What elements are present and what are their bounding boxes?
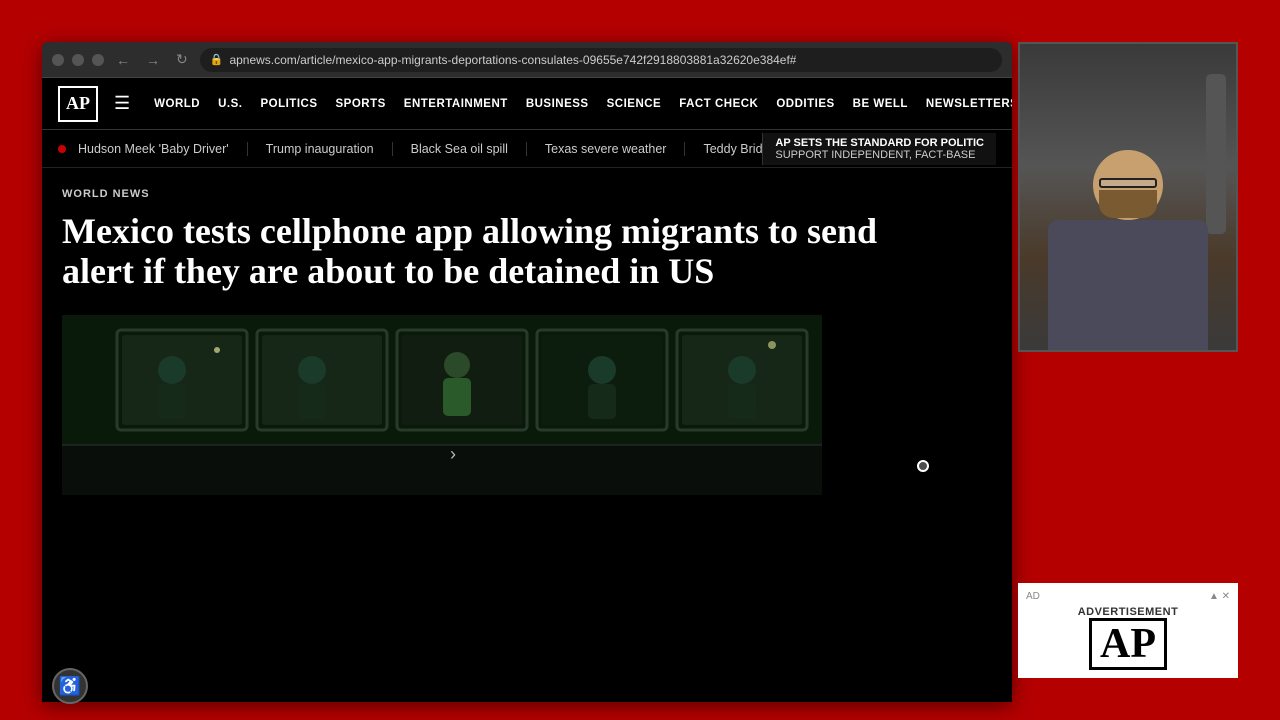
- ad-ap-logo: AP: [1089, 618, 1167, 670]
- url-text: apnews.com/article/mexico-app-migrants-d…: [229, 53, 796, 67]
- ap-logo[interactable]: AP: [58, 86, 98, 122]
- ticker-item-3[interactable]: Texas severe weather: [527, 142, 686, 156]
- nav-us[interactable]: U.S.: [210, 98, 250, 110]
- browser-btn-close: [52, 54, 64, 66]
- ap-news-site: AP ☰ WORLD U.S. POLITICS SPORTS ENTERTAI…: [42, 78, 1012, 702]
- ticker-dot: [58, 145, 66, 153]
- accessibility-button[interactable]: ♿: [52, 668, 88, 704]
- ticker-item-2[interactable]: Black Sea oil spill: [393, 142, 527, 156]
- ad-label: AD: [1026, 591, 1040, 602]
- ap-main-content: WORLD NEWS Mexico tests cellphone app al…: [42, 168, 1012, 702]
- ad-header: AD ▲ ✕: [1026, 591, 1230, 602]
- beard: [1099, 190, 1157, 218]
- glasses: [1099, 178, 1157, 188]
- ad-section: AD ▲ ✕ ADVERTISEMENT AP: [1018, 583, 1238, 678]
- nav-sports[interactable]: SPORTS: [327, 98, 393, 110]
- svg-text:›: ›: [450, 444, 456, 464]
- hamburger-menu[interactable]: ☰: [114, 93, 130, 114]
- address-bar[interactable]: 🔒 apnews.com/article/mexico-app-migrants…: [200, 48, 1002, 72]
- person-figure: [1020, 150, 1236, 350]
- nav-newsletters[interactable]: NEWSLETTERS: [918, 98, 1012, 110]
- nav-science[interactable]: SCIENCE: [599, 98, 670, 110]
- ticker-item-4[interactable]: Teddy Bridgewater: [685, 142, 762, 156]
- nav-politics[interactable]: POLITICS: [252, 98, 325, 110]
- nav-business[interactable]: BUSINESS: [518, 98, 597, 110]
- section-label: WORLD NEWS: [62, 188, 992, 200]
- article-headline: Mexico tests cellphone app allowing migr…: [62, 212, 882, 291]
- lock-icon: 🔒: [210, 53, 224, 66]
- back-button[interactable]: ←: [112, 50, 134, 70]
- ticker-items: Hudson Meek 'Baby Driver' Trump inaugura…: [78, 142, 762, 156]
- ap-header: AP ☰ WORLD U.S. POLITICS SPORTS ENTERTAI…: [42, 78, 1012, 130]
- nav-world[interactable]: WORLD: [146, 98, 208, 110]
- accessibility-icon: ♿: [59, 676, 81, 697]
- main-nav: WORLD U.S. POLITICS SPORTS ENTERTAINMENT…: [146, 98, 1012, 110]
- ticker-item-1[interactable]: Trump inauguration: [248, 142, 393, 156]
- webcam-overlay: [1018, 42, 1238, 352]
- nav-oddities[interactable]: ODDITIES: [768, 98, 842, 110]
- article-image-inner: ›: [62, 315, 822, 495]
- nav-factcheck[interactable]: FACT CHECK: [671, 98, 766, 110]
- browser-window: ← → ↻ 🔒 apnews.com/article/mexico-app-mi…: [42, 42, 1012, 702]
- advertisement-text: ADVERTISEMENT: [1078, 606, 1179, 618]
- ticker-promo: AP SETS THE STANDARD FOR POLITIC SUPPORT…: [762, 133, 996, 165]
- forward-button[interactable]: →: [142, 50, 164, 70]
- browser-chrome: ← → ↻ 🔒 apnews.com/article/mexico-app-mi…: [42, 42, 1012, 78]
- ticker-item-0[interactable]: Hudson Meek 'Baby Driver': [78, 142, 248, 156]
- person-head: [1093, 150, 1163, 220]
- page-wrapper: ← → ↻ 🔒 apnews.com/article/mexico-app-mi…: [0, 0, 1280, 720]
- browser-btn-min: [72, 54, 84, 66]
- nav-bewell[interactable]: BE WELL: [845, 98, 916, 110]
- refresh-button[interactable]: ↻: [172, 49, 192, 70]
- ad-close-button[interactable]: ▲ ✕: [1209, 591, 1230, 602]
- nav-entertainment[interactable]: ENTERTAINMENT: [396, 98, 516, 110]
- browser-btn-max: [92, 54, 104, 66]
- article-image-svg: ›: [62, 315, 822, 495]
- ticker-bar: Hudson Meek 'Baby Driver' Trump inaugura…: [42, 130, 1012, 168]
- person-body: [1048, 220, 1208, 350]
- article-image: ›: [62, 315, 822, 495]
- webcam-inner: [1020, 44, 1236, 350]
